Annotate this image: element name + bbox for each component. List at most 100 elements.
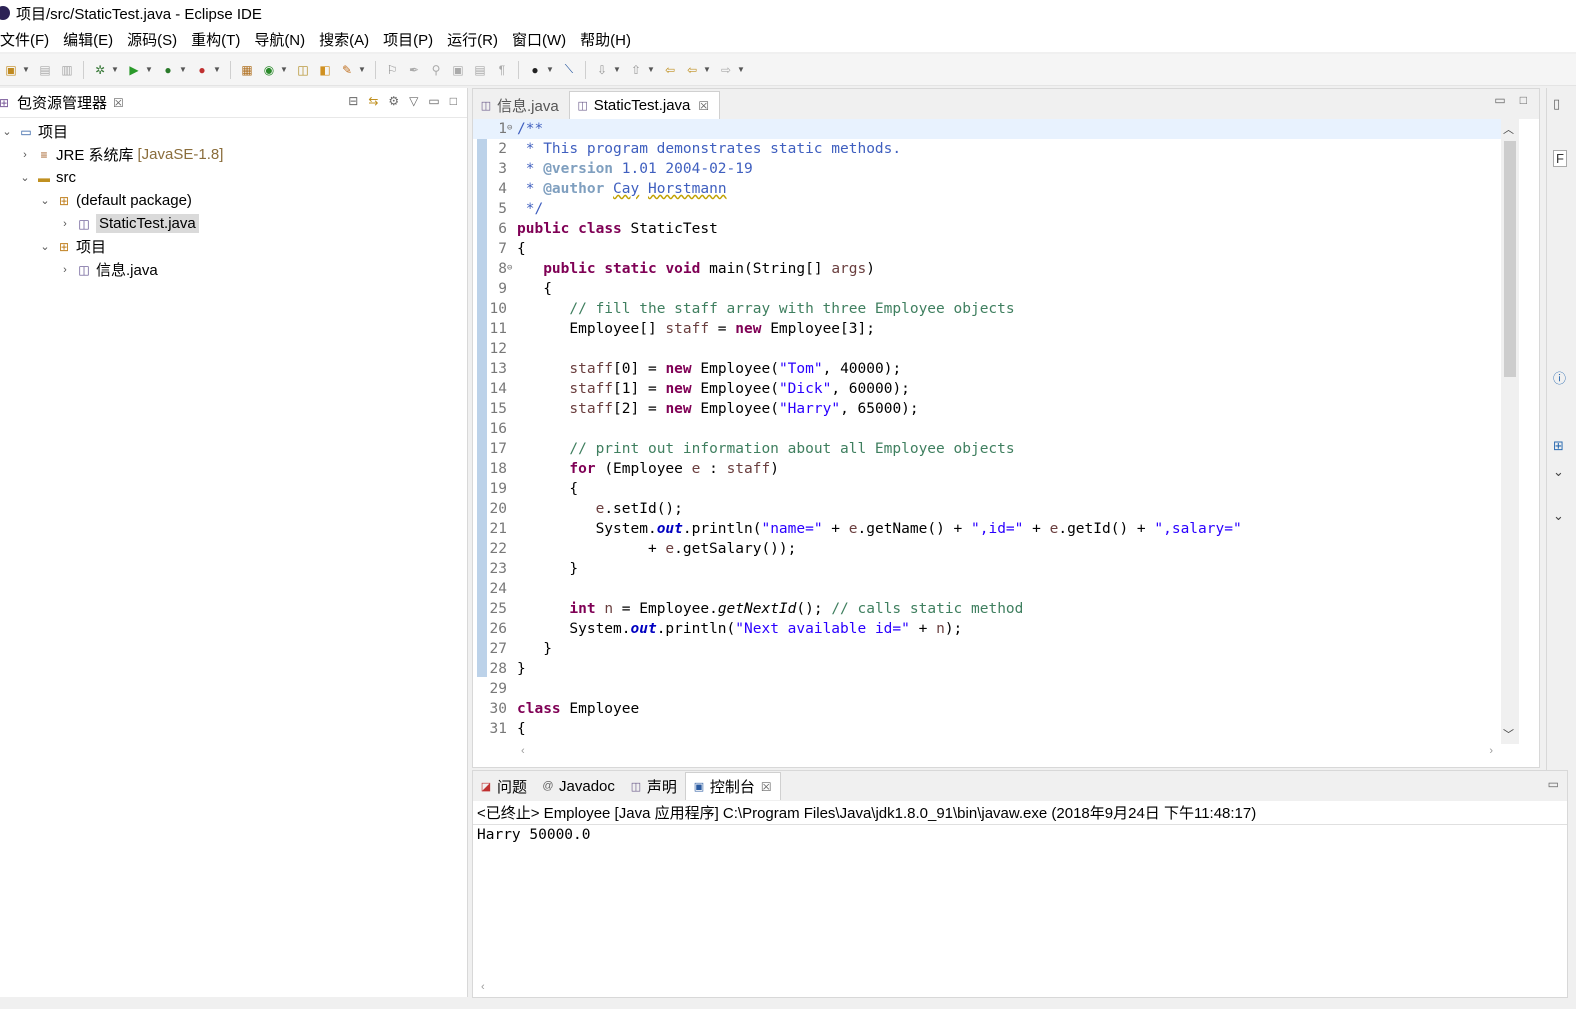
code-line[interactable]: 12 (473, 339, 1503, 359)
code-line[interactable]: 18 for (Employee e : staff) (473, 459, 1503, 479)
code-line[interactable]: 23 } (473, 559, 1503, 579)
focus-icon[interactable]: ⚙ (388, 94, 399, 108)
forward-dropdown-icon[interactable]: ▼ (737, 62, 745, 78)
maximize-icon[interactable]: □ (450, 94, 457, 108)
menu-help[interactable]: 帮助(H) (580, 29, 631, 50)
save-all-icon[interactable]: ▥ (59, 62, 75, 78)
code-line[interactable]: 8 ⊖ public static void main(String[] args… (473, 259, 1503, 279)
breadcrumb-icon[interactable]: ⚲ (428, 62, 444, 78)
code-line[interactable]: 20 e.setId(); (473, 499, 1503, 519)
code-line[interactable]: 13 staff[0] = new Employee("Tom", 40000)… (473, 359, 1503, 379)
open-folder-icon[interactable]: ◧ (317, 62, 333, 78)
tree-item-project[interactable]: ⌄ ▭ 项目 (0, 120, 467, 143)
minimize-icon[interactable]: ▭ (1548, 777, 1559, 791)
minimize-icon[interactable]: ▭ (1494, 93, 1505, 107)
new-class-dropdown-icon[interactable]: ▼ (280, 62, 288, 78)
code-line[interactable]: 22 + e.getSalary()); (473, 539, 1503, 559)
find-icon[interactable]: F (1553, 150, 1567, 167)
chevron-up-icon[interactable]: ︿ (1503, 121, 1514, 137)
chevron-down-icon[interactable]: ⌄ (1553, 508, 1564, 524)
chevron-right-icon[interactable]: › (18, 149, 32, 161)
code-line[interactable]: 1 ⊖ /** (473, 119, 1503, 139)
prev-annotation-dropdown-icon[interactable]: ▼ (647, 62, 655, 78)
new-package-icon[interactable]: ▦ (239, 62, 255, 78)
code-line[interactable]: 16 (473, 419, 1503, 439)
chevron-right-icon[interactable]: › (58, 264, 72, 276)
search-dropdown-icon[interactable]: ▼ (358, 62, 366, 78)
fold-icon[interactable]: ⊖ (507, 119, 512, 138)
open-type-icon[interactable]: ◫ (295, 62, 311, 78)
next-annotation-icon[interactable]: ⇩ (594, 62, 610, 78)
save-icon[interactable]: ▤ (37, 62, 53, 78)
menu-edit[interactable]: 编辑(E) (63, 29, 113, 50)
next-annotation-dropdown-icon[interactable]: ▼ (613, 62, 621, 78)
code-line[interactable]: 4 * @author Cay Horstmann (473, 179, 1503, 199)
external-tools-dropdown-icon[interactable]: ▼ (213, 62, 221, 78)
chevron-down-icon[interactable]: ⌄ (0, 125, 14, 138)
task-list-icon[interactable]: ⊞ (1553, 438, 1564, 454)
chevron-down-icon[interactable]: ⌄ (1553, 464, 1564, 480)
profile-dropdown-icon[interactable]: ▼ (546, 62, 554, 78)
code-line[interactable]: 6 public class StaticTest (473, 219, 1503, 239)
run-icon[interactable]: ▶ (126, 62, 142, 78)
code-line[interactable]: 5 */ (473, 199, 1503, 219)
collapse-all-icon[interactable]: ⊟ (348, 94, 358, 108)
code-line[interactable]: 21 System.out.println("name=" + e.getNam… (473, 519, 1503, 539)
pilcrow-icon[interactable]: ¶ (494, 62, 510, 78)
editor-horizontal-scrollbar[interactable]: ‹ › (517, 743, 1497, 759)
chevron-down-icon[interactable]: ⌄ (18, 171, 32, 184)
code-editor[interactable]: 1 ⊖/** 2 * This program demonstrates stati… (473, 119, 1503, 744)
menu-file[interactable]: 文件(F) (0, 29, 49, 50)
code-line[interactable]: 15 staff[2] = new Employee("Harry", 6500… (473, 399, 1503, 419)
menu-navigate[interactable]: 导航(N) (254, 29, 305, 50)
code-line[interactable]: 29 (473, 679, 1503, 699)
code-line[interactable]: 25 int n = Employee.getNextId(); // call… (473, 599, 1503, 619)
debug-icon[interactable]: ✲ (92, 62, 108, 78)
pen-icon[interactable]: ✒ (406, 62, 422, 78)
editor-tab-info-java[interactable]: ◫ 信息.java (473, 91, 569, 119)
new-class-icon[interactable]: ◉ (261, 62, 277, 78)
toggle-mark-icon[interactable]: ⚐ (384, 62, 400, 78)
close-icon[interactable]: ☒ (113, 96, 124, 110)
chevron-down-icon[interactable]: ⌄ (38, 194, 52, 207)
tree-item-default-package[interactable]: ⌄ ⊞ (default package) (0, 189, 467, 212)
console-output[interactable]: Harry 50000.0 (473, 825, 1567, 845)
code-line[interactable]: 24 (473, 579, 1503, 599)
code-line[interactable]: 17 // print out information about all Em… (473, 439, 1503, 459)
link-with-editor-icon[interactable]: ⇆ (368, 94, 378, 108)
code-line[interactable]: 3 * @version 1.01 2004-02-19 (473, 159, 1503, 179)
code-line[interactable]: 30 class Employee (473, 699, 1503, 719)
code-line[interactable]: 19 { (473, 479, 1503, 499)
menu-window[interactable]: 窗口(W) (512, 29, 566, 50)
chevron-right-icon[interactable]: › (1489, 745, 1493, 757)
package-explorer-title[interactable]: 包资源管理器 (17, 92, 107, 113)
coverage-icon[interactable]: ● (160, 62, 176, 78)
coverage-dropdown-icon[interactable]: ▼ (179, 62, 187, 78)
last-edit-icon[interactable]: ⇦ (662, 62, 678, 78)
back-icon[interactable]: ⇦ (684, 62, 700, 78)
new-icon[interactable]: ▣ (3, 62, 19, 78)
tree-item-package-project[interactable]: ⌄ ⊞ 项目 (0, 235, 467, 258)
fold-icon[interactable]: ⊖ (507, 258, 512, 278)
code-line[interactable]: 26 System.out.println("Next available id… (473, 619, 1503, 639)
tree-item-jre[interactable]: › ≡ JRE 系统库 [JavaSE-1.8] (0, 143, 467, 166)
skip-breakpoints-icon[interactable]: ⟍ (561, 62, 577, 78)
editor-vertical-scrollbar[interactable]: ︿ ﹀ (1501, 119, 1519, 744)
scrollbar-thumb[interactable] (1504, 141, 1516, 377)
show-whitespace-icon[interactable]: ▤ (472, 62, 488, 78)
chevron-left-icon[interactable]: ‹ (521, 745, 525, 757)
chevron-down-icon[interactable]: ⌄ (38, 240, 52, 253)
close-icon[interactable]: ☒ (761, 780, 772, 794)
menu-run[interactable]: 运行(R) (447, 29, 498, 50)
chevron-right-icon[interactable]: › (58, 218, 72, 230)
menu-project[interactable]: 项目(P) (383, 29, 433, 50)
tree-item-statictest[interactable]: › ◫ StaticTest.java (0, 212, 467, 235)
maximize-icon[interactable]: □ (1520, 93, 1527, 107)
menu-refactor[interactable]: 重构(T) (191, 29, 240, 50)
profile-icon[interactable]: ● (527, 62, 543, 78)
tab-problems[interactable]: ◪ 问题 (473, 772, 535, 800)
outline-icon[interactable]: ▯ (1553, 96, 1560, 112)
debug-dropdown-icon[interactable]: ▼ (111, 62, 119, 78)
view-menu-icon[interactable]: ▽ (409, 94, 418, 108)
menu-source[interactable]: 源码(S) (127, 29, 177, 50)
